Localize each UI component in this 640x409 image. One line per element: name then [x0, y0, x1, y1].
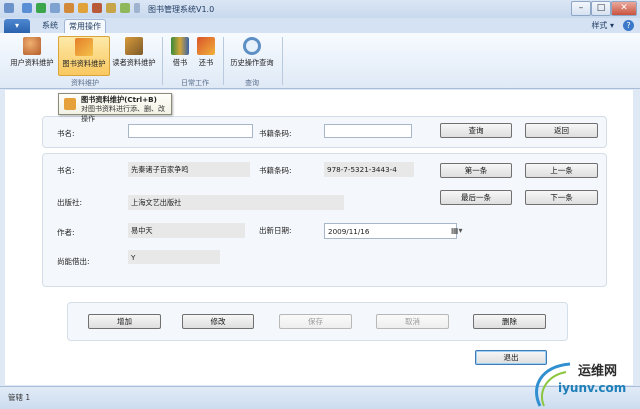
detail-name-field: 先秦诸子百家争鸣	[128, 162, 250, 177]
detail-name-label: 书名:	[57, 166, 75, 175]
pencil-quick-icon[interactable]	[106, 3, 116, 13]
minimize-button[interactable]: –	[571, 1, 591, 16]
application-menu-button[interactable]: ▾	[4, 19, 30, 33]
watermark-text-en: iyunv.com	[558, 381, 627, 395]
detail-barcode-field: 978-7-5321-3443-4	[324, 162, 414, 177]
tooltip-description: 对图书资料进行添、删、改操作	[81, 105, 165, 123]
help-icon[interactable]: ?	[623, 20, 634, 31]
previous-record-button[interactable]: 上一条	[525, 163, 598, 178]
save-quick-icon[interactable]	[22, 3, 32, 13]
save-button[interactable]: 保存	[279, 314, 352, 329]
group-separator	[162, 37, 163, 85]
edit-button[interactable]: 修改	[182, 314, 254, 329]
close-button[interactable]: ✕	[611, 1, 637, 16]
action-panel: 增加 修改 保存 取消 删除	[67, 302, 568, 341]
group-label-query: 查询	[245, 79, 259, 87]
back-button[interactable]: 返回	[525, 123, 598, 138]
detail-author-field: 易中天	[128, 223, 245, 238]
ribbon-button-borrow[interactable]: 借书	[168, 36, 192, 74]
books-icon	[75, 38, 93, 56]
magnifier-icon	[243, 37, 261, 55]
books-quick-icon[interactable]	[78, 3, 88, 13]
ribbon-button-user-maintenance[interactable]: 用户资料维护	[8, 36, 56, 74]
detail-date-label: 出新日期:	[259, 226, 292, 235]
tab-system[interactable]: 系统	[38, 19, 62, 33]
cancel-button[interactable]: 取消	[376, 314, 449, 329]
ribbon-button-book-maintenance[interactable]: 图书资料维护	[58, 36, 110, 76]
window-title: 图书管理系统V1.0	[148, 5, 215, 14]
search-barcode-label: 书籍条码:	[259, 129, 292, 138]
ribbon-button-history-query[interactable]: 历史操作查询	[227, 36, 277, 74]
search-name-label: 书名:	[57, 129, 75, 138]
first-record-button[interactable]: 第一条	[440, 163, 512, 178]
detail-lendable-label: 尚能借出:	[57, 257, 90, 266]
ribbon-button-label: 读者资料维护	[112, 58, 156, 67]
status-text: 管辖 1	[8, 393, 31, 402]
return-book-icon	[197, 37, 215, 55]
main-content-area: 书名: 书籍条码: 查询 返回 书名: 先秦诸子百家争鸣 书籍条码: 978-7…	[5, 90, 633, 385]
tool-quick-icon[interactable]	[50, 3, 60, 13]
group-separator	[282, 37, 283, 85]
maximize-button[interactable]: □	[591, 1, 611, 16]
ribbon-tooltip: 图书资料维护(Ctrl+B) 对图书资料进行添、删、改操作	[58, 93, 172, 123]
ribbon-button-label: 还书	[198, 58, 214, 67]
last-record-button[interactable]: 最后一条	[440, 190, 512, 205]
tab-common-operations[interactable]: 常用操作	[64, 19, 106, 34]
ribbon-tab-row: ▾ 系统 常用操作 样式 ▾ ?	[0, 18, 640, 34]
users-icon	[23, 37, 41, 55]
query-button[interactable]: 查询	[440, 123, 512, 138]
ribbon-panel: 用户资料维护 图书资料维护 读者资料维护 资料维护 借书 还书 日常工作 历史操…	[0, 33, 640, 89]
detail-barcode-label: 书籍条码:	[259, 166, 292, 175]
dropdown-quick-icon[interactable]	[134, 3, 140, 13]
ribbon-button-label: 图书资料维护	[62, 59, 106, 68]
borrow-book-icon	[171, 37, 189, 55]
reader-quick-icon[interactable]	[92, 3, 102, 13]
ribbon-button-return[interactable]: 还书	[194, 36, 218, 74]
search-barcode-input[interactable]	[324, 124, 412, 138]
refresh-quick-icon[interactable]	[36, 3, 46, 13]
watermark-text-cn: 运维网	[578, 364, 618, 379]
reader-icon	[125, 37, 143, 55]
calendar-dropdown-icon[interactable]: ▦▾	[451, 225, 469, 237]
add-button[interactable]: 增加	[88, 314, 161, 329]
search-name-input[interactable]	[128, 124, 253, 138]
users-quick-icon[interactable]	[64, 3, 74, 13]
books-icon	[64, 98, 76, 110]
ribbon-button-label: 借书	[172, 58, 188, 67]
group-separator	[223, 37, 224, 85]
detail-author-label: 作者:	[57, 228, 75, 237]
ribbon-button-reader-maintenance[interactable]: 读者资料维护	[110, 36, 158, 74]
next-record-button[interactable]: 下一条	[525, 190, 598, 205]
borrow-quick-icon[interactable]	[120, 3, 130, 13]
group-label-data-maintenance: 资料维护	[71, 79, 99, 87]
detail-panel: 书名: 先秦诸子百家争鸣 书籍条码: 978-7-5321-3443-4 第一条…	[42, 153, 607, 287]
detail-publisher-label: 出版社:	[57, 198, 83, 207]
group-label-daily-work: 日常工作	[181, 79, 209, 87]
date-picker[interactable]: 2009/11/16	[324, 223, 457, 239]
title-bar: 图书管理系统V1.0 – □ ✕	[0, 0, 640, 19]
ribbon-button-label: 用户资料维护	[10, 58, 54, 67]
delete-button[interactable]: 删除	[473, 314, 546, 329]
ribbon-button-label: 历史操作查询	[230, 58, 274, 67]
detail-lendable-field: Y	[128, 250, 220, 264]
detail-publisher-field: 上海文艺出版社	[128, 195, 344, 210]
styles-menu[interactable]: 样式 ▾	[587, 19, 618, 33]
app-menu-icon[interactable]	[4, 3, 14, 13]
